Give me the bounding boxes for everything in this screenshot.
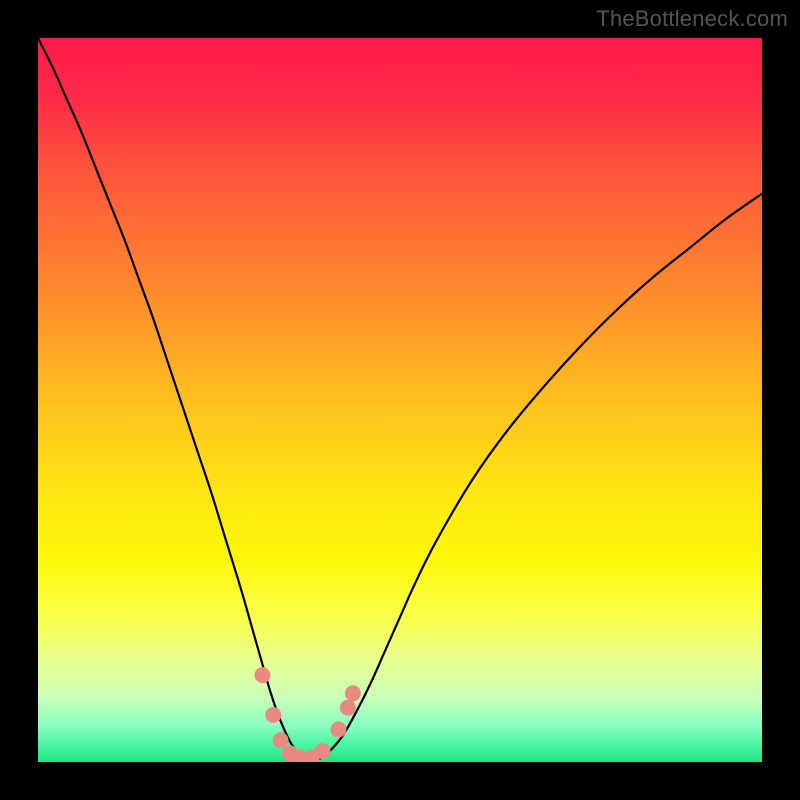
highlight-point	[315, 743, 331, 759]
chart-frame: TheBottleneck.com	[0, 0, 800, 800]
plot-area	[38, 38, 762, 762]
highlight-point	[345, 685, 361, 701]
highlight-point	[273, 732, 289, 748]
watermark-text: TheBottleneck.com	[596, 6, 788, 32]
highlight-point	[254, 667, 270, 683]
chart-svg	[38, 38, 762, 762]
chart-background	[38, 38, 762, 762]
highlight-point	[330, 721, 346, 737]
highlight-point	[340, 700, 356, 716]
highlight-point	[265, 707, 281, 723]
